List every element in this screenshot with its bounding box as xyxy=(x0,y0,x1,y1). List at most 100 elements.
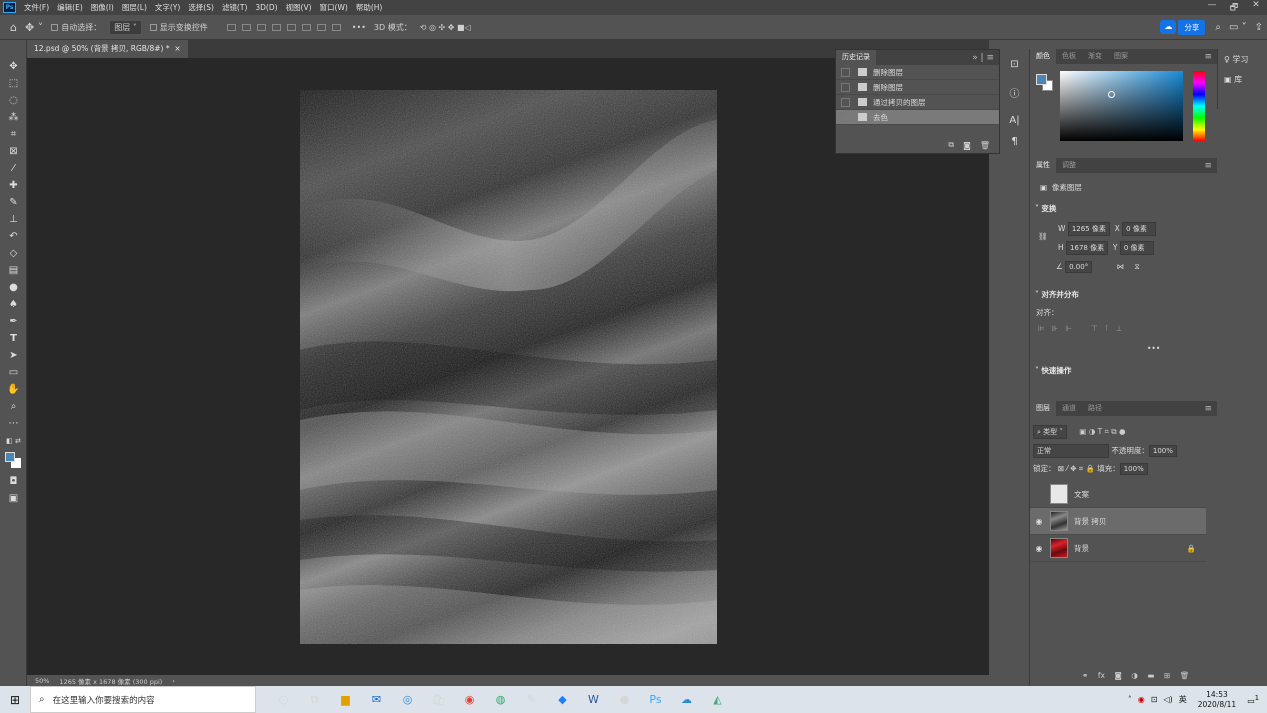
tab-color[interactable]: 颜色 xyxy=(1030,49,1056,64)
pen-app-icon[interactable]: ✎ xyxy=(516,686,547,713)
close-tab-icon[interactable]: × xyxy=(174,44,180,53)
panel-menu-icon[interactable]: ≡ xyxy=(1204,52,1212,62)
move-tool-icon[interactable]: ✥ xyxy=(0,58,27,75)
align-top-icon[interactable] xyxy=(286,23,296,31)
menu-edit[interactable]: 编辑(E) xyxy=(53,2,87,13)
more-align-button[interactable]: ••• xyxy=(1030,344,1218,353)
auto-select-checkbox[interactable]: 自动选择： xyxy=(51,22,101,33)
link-layers-icon[interactable]: ⚭ xyxy=(1082,671,1088,680)
eye-icon[interactable]: ◉ xyxy=(1030,544,1048,553)
dodge-tool-icon[interactable]: ♠ xyxy=(0,296,27,313)
document-tab[interactable]: 12.psd @ 50% (背景 拷贝, RGB/8#) * × xyxy=(27,40,188,58)
history-item[interactable]: 删除图层 xyxy=(836,80,999,95)
menu-window[interactable]: 窗口(W) xyxy=(316,2,352,13)
windows-start-icon[interactable]: ⊞ xyxy=(0,693,30,707)
flip-vertical-icon[interactable]: ⧖ xyxy=(1135,262,1140,271)
feishu-app-icon[interactable]: ◆ xyxy=(547,686,578,713)
marquee-tool-icon[interactable]: ⬚ xyxy=(0,75,27,92)
security-icon[interactable]: ◉ xyxy=(1138,695,1145,704)
new-document-from-state-icon[interactable]: ⧉ xyxy=(948,140,954,150)
healing-tool-icon[interactable]: ✚ xyxy=(0,177,27,194)
align-right-icon[interactable]: ⊩ xyxy=(1065,324,1072,333)
foreground-color[interactable] xyxy=(1036,74,1047,85)
more-tools-icon[interactable]: ⋯ xyxy=(0,415,27,432)
history-panel-icon[interactable]: ⊡ xyxy=(1004,50,1025,78)
frame-tool-icon[interactable]: ⊠ xyxy=(0,143,27,160)
screen-mode-icon[interactable]: ▣ xyxy=(0,490,27,507)
workspace-icon[interactable]: ▭ ˅ xyxy=(1229,22,1247,33)
panel-menu-icon[interactable]: ≡ xyxy=(1204,161,1212,171)
path-select-tool-icon[interactable]: ➤ xyxy=(0,347,27,364)
zoom-tool-icon[interactable]: ⌕ xyxy=(0,398,27,415)
align-left-icon[interactable]: ⊫ xyxy=(1038,324,1045,333)
cortana-icon[interactable]: ○ xyxy=(268,686,299,713)
eye-icon[interactable]: ◉ xyxy=(1030,517,1048,526)
y-input[interactable]: 0 像素 xyxy=(1119,241,1154,255)
history-item[interactable]: 通过拷贝的图层 xyxy=(836,95,999,110)
distribute-vertical-icon[interactable] xyxy=(331,23,341,31)
layer-row[interactable]: ◉ 背景 🔒 xyxy=(1030,535,1206,562)
snapshot-camera-icon[interactable]: ◙ xyxy=(963,141,971,150)
lock-icons[interactable]: ⊠ ⁄ ✥ ⌗ 🔒 xyxy=(1058,464,1095,473)
tab-gradients[interactable]: 渐变 xyxy=(1082,49,1108,64)
menu-help[interactable]: 帮助(H) xyxy=(352,2,387,13)
photoshop-taskbar-icon[interactable]: Ps xyxy=(640,686,671,713)
edge-icon[interactable]: ◎ xyxy=(392,686,423,713)
zoom-level[interactable]: 50% xyxy=(35,677,49,685)
history-snapshot-checkbox[interactable] xyxy=(841,97,850,107)
align-top-icon[interactable]: ⊤ xyxy=(1091,324,1098,333)
align-bottom-icon[interactable] xyxy=(316,23,326,31)
fill-input[interactable]: 100% xyxy=(1119,463,1148,475)
tab-paths[interactable]: 路径 xyxy=(1082,401,1108,416)
color-picker-cursor[interactable] xyxy=(1108,91,1115,98)
foreground-color-swatch[interactable] xyxy=(5,452,15,462)
close-window-button[interactable]: ✕ xyxy=(1245,0,1267,16)
add-mask-icon[interactable]: ◙ xyxy=(1114,671,1121,680)
document-canvas[interactable] xyxy=(300,90,717,644)
color-swatch[interactable] xyxy=(0,449,27,473)
store-icon[interactable]: 🛍 xyxy=(423,686,454,713)
panel-menu-icon[interactable]: ≡ xyxy=(1204,404,1212,414)
align-left-icon[interactable] xyxy=(226,23,236,31)
move-tool-icon[interactable]: ✥ ˅ xyxy=(25,21,43,34)
gradient-tool-icon[interactable]: ▤ xyxy=(0,262,27,279)
history-snapshot-checkbox[interactable] xyxy=(841,112,850,122)
menu-view[interactable]: 视图(V) xyxy=(282,2,316,13)
auto-select-dropdown[interactable]: 图层 ˅ xyxy=(109,19,142,35)
chrome-icon[interactable]: ◉ xyxy=(454,686,485,713)
eraser-tool-icon[interactable]: ◇ xyxy=(0,245,27,262)
color-picker-field[interactable] xyxy=(1060,71,1183,141)
history-brush-tool-icon[interactable]: ↶ xyxy=(0,228,27,245)
panel-collapse-icon[interactable]: » | ≡ xyxy=(972,53,994,63)
adjustment-layer-icon[interactable]: ◑ xyxy=(1131,671,1138,680)
more-options-button[interactable]: ••• xyxy=(352,23,366,32)
delete-state-icon[interactable]: 🗑 xyxy=(980,141,990,150)
hue-slider[interactable] xyxy=(1193,71,1205,141)
tab-layers[interactable]: 图层 xyxy=(1030,401,1056,416)
menu-image[interactable]: 图像(I) xyxy=(87,2,118,13)
layer-filter-dropdown[interactable]: ⌕ 类型 ˅ xyxy=(1033,425,1067,439)
blend-mode-dropdown[interactable]: 正常 xyxy=(1033,444,1109,458)
tray-overflow-icon[interactable]: ˄ xyxy=(1128,695,1132,704)
align-bottom-icon[interactable]: ⊥ xyxy=(1116,324,1123,333)
color-panel-swatches[interactable] xyxy=(1036,74,1054,92)
tab-history[interactable]: 历史记录 xyxy=(836,50,876,65)
lasso-tool-icon[interactable]: ◌ xyxy=(0,92,27,109)
quick-select-tool-icon[interactable]: ⁂ xyxy=(0,109,27,126)
tab-channels[interactable]: 通道 xyxy=(1056,401,1082,416)
library-button[interactable]: ▣ 库 xyxy=(1218,69,1267,89)
distribute-icon[interactable] xyxy=(271,23,281,31)
layer-row[interactable]: 文案 xyxy=(1030,481,1206,508)
crop-tool-icon[interactable]: ⌗ xyxy=(0,126,27,143)
menu-3d[interactable]: 3D(D) xyxy=(251,3,281,12)
paragraph-panel-icon[interactable]: ¶ xyxy=(1004,134,1025,148)
layer-row-selected[interactable]: ◉ 背景 拷贝 xyxy=(1030,508,1206,535)
align-middle-icon[interactable] xyxy=(301,23,311,31)
taskbar-clock[interactable]: 14:53 2020/8/11 xyxy=(1198,690,1236,710)
wechat-icon[interactable]: ◍ xyxy=(485,686,516,713)
visibility-toggle-icon[interactable] xyxy=(1030,490,1048,499)
share-button[interactable]: 分享 xyxy=(1178,19,1206,35)
baidu-netdisk-icon[interactable]: ☁ xyxy=(671,686,702,713)
task-view-icon[interactable]: ⧉ xyxy=(299,686,330,713)
home-icon[interactable]: ⌂ xyxy=(10,21,17,34)
